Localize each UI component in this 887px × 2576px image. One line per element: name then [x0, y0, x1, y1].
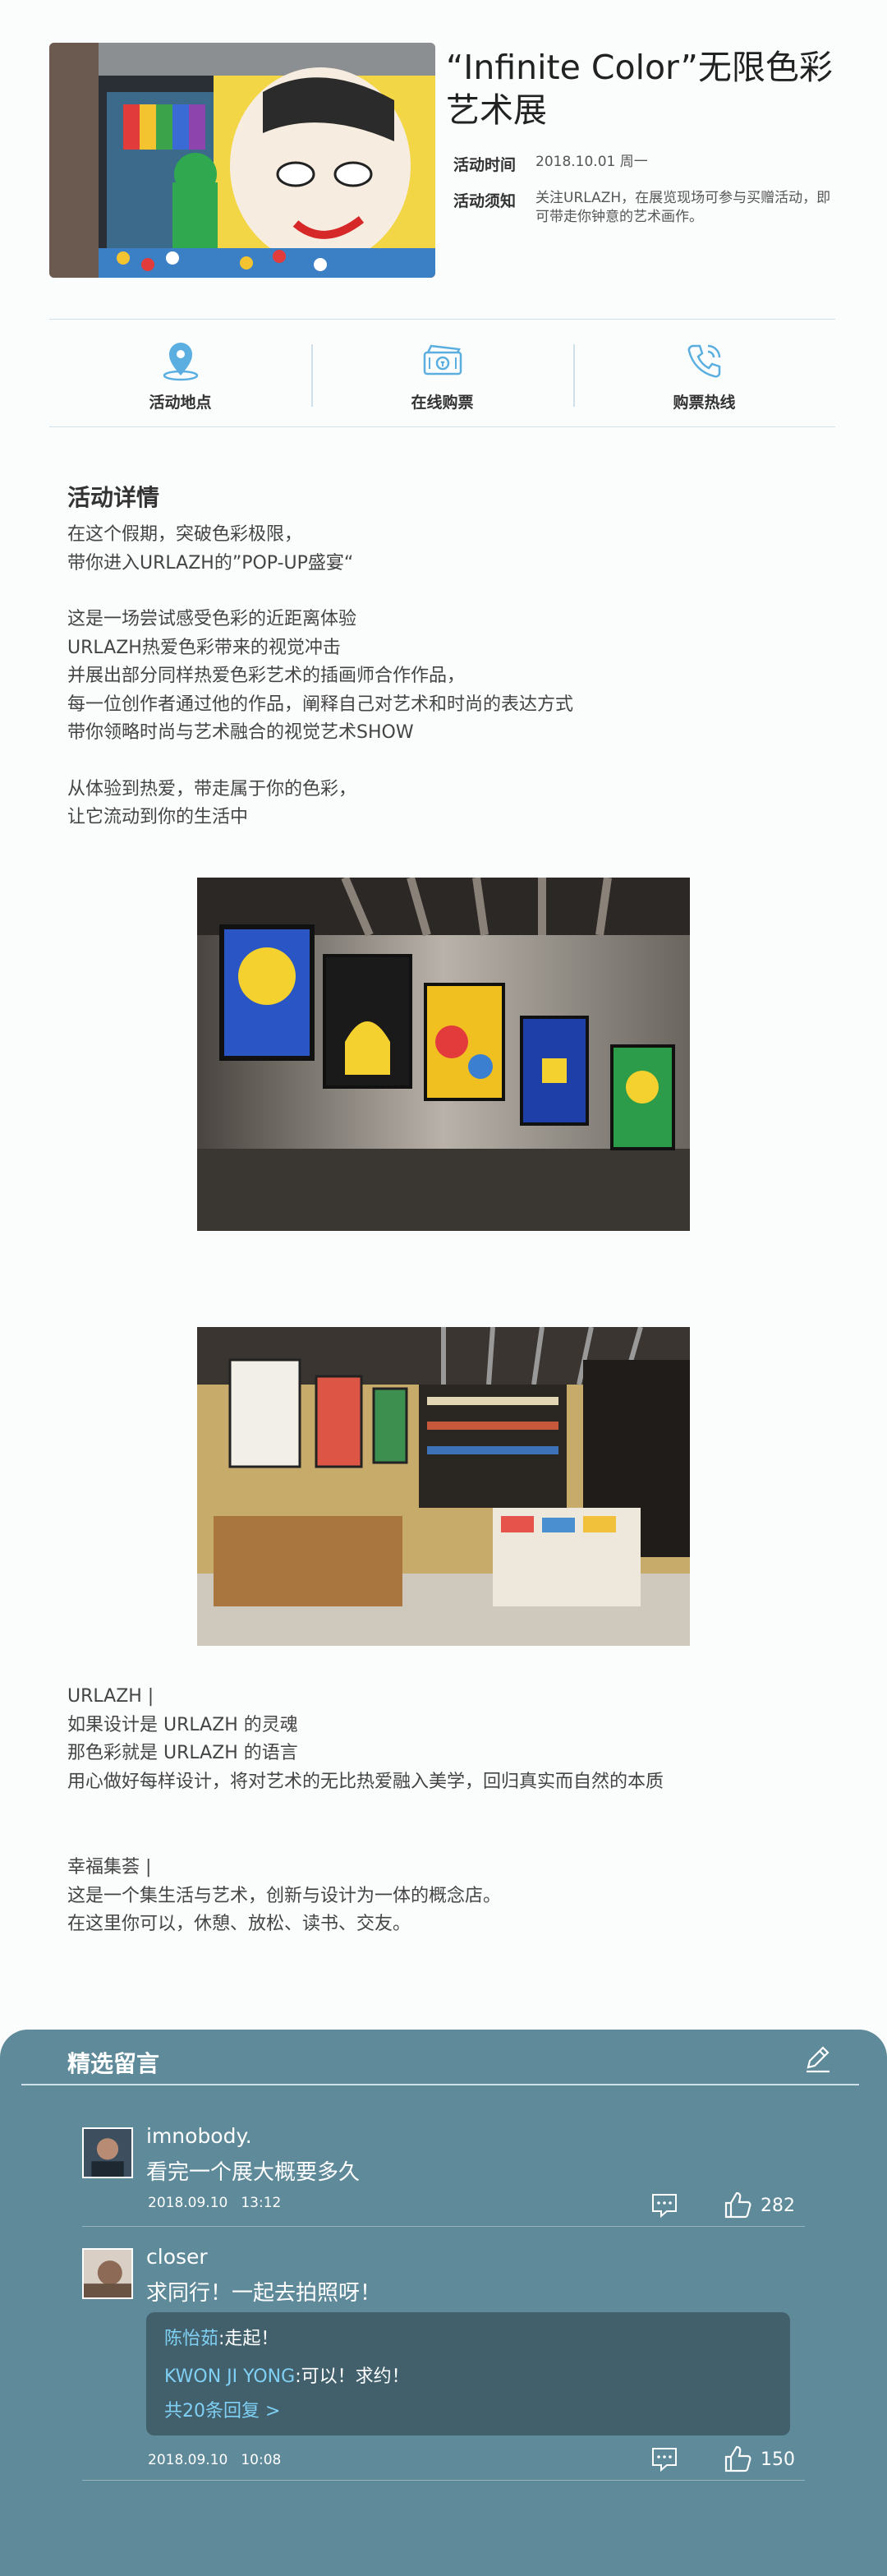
action-location[interactable]: 活动地点 — [49, 320, 311, 426]
like-button[interactable]: 282 — [721, 2189, 795, 2222]
urlazh-line: URLAZH | — [67, 1686, 154, 1707]
details-line: 在这个假期，突破色彩极限， — [67, 524, 303, 545]
avatar[interactable] — [82, 2127, 133, 2178]
comments-heading: 精选留言 — [67, 2050, 160, 2077]
action-hotline[interactable]: 购票热线 — [573, 320, 835, 426]
details-paragraph-1: 在这个假期，突破色彩极限， 带你进入URLAZH的”POP-UP盛宴“ — [67, 521, 807, 578]
comment-text: 求同行！一起去拍照呀！ — [146, 2281, 382, 2306]
details-line: URLAZH热爱色彩带来的视觉冲击 — [67, 637, 341, 658]
details-paragraph-2: 这是一场尝试感受色彩的近距离体验 URLAZH热爱色彩带来的视觉冲击 并展出部分… — [67, 606, 807, 748]
more-replies-link[interactable]: 共20条回复 > — [164, 2396, 772, 2422]
comments-section: 精选留言 — [0, 2030, 887, 2576]
event-header: “Infinite Color”无限色彩艺术展 活动时间 2018.10.01 … — [49, 43, 838, 281]
like-count: 282 — [761, 2195, 795, 2216]
details-line: 从体验到热爱，带走属于你的色彩， — [67, 778, 357, 800]
like-button[interactable]: 150 — [721, 2443, 795, 2476]
thumbs-up-icon — [724, 2445, 751, 2472]
details-heading: 活动详情 — [67, 484, 160, 511]
action-bar: 活动地点 在线购票 购票热线 — [49, 319, 835, 427]
event-time-label: 活动时间 — [453, 156, 517, 174]
action-hotline-label: 购票热线 — [673, 393, 736, 412]
edit-pencil-icon[interactable] — [802, 2043, 834, 2076]
comment-time: 13:12 — [241, 2195, 282, 2211]
xingfu-line: 这是一个集生活与艺术，创新与设计为一体的概念店。 — [67, 1885, 502, 1906]
details-paragraph-3: 从体验到热爱，带走属于你的色彩， 让它流动到你的生活中 — [67, 776, 807, 832]
details-line: 并展出部分同样热爱色彩艺术的插画师合作作品， — [67, 666, 466, 686]
gallery-wall-photo — [197, 878, 690, 1231]
reply-text: :走起！ — [218, 2329, 279, 2349]
reply-box: 陈怡茹:走起！ KWON JI YONG:可以！求约！ 共20条回复 > — [146, 2312, 790, 2435]
event-cover-image — [49, 43, 435, 278]
comment-meta: 2018.09.10 10:08 — [148, 2452, 281, 2468]
details-line: 这是一场尝试感受色彩的近距离体验 — [67, 609, 357, 629]
event-notice-value: 关注URLAZH，在展览现场可参与买赠活动，即可带走你钟意的艺术画作。 — [535, 190, 831, 225]
ticket-icon — [420, 338, 466, 384]
avatar[interactable] — [82, 2248, 133, 2299]
reply-icon[interactable] — [649, 2444, 680, 2475]
event-notice-label: 活动须知 — [453, 192, 517, 210]
like-count: 150 — [761, 2449, 795, 2470]
comment-author[interactable]: closer — [146, 2245, 208, 2269]
reply-author[interactable]: KWON JI YONG — [164, 2366, 295, 2387]
comment-time: 10:08 — [241, 2452, 282, 2468]
details-line: 带你进入URLAZH的”POP-UP盛宴“ — [67, 552, 354, 574]
reply-text: :可以！求约！ — [295, 2366, 410, 2387]
action-buy-ticket[interactable]: 在线购票 — [311, 320, 573, 426]
event-notice-row: 活动须知 关注URLAZH，在展览现场可参与买赠活动，即可带走你钟意的艺术画作。 — [453, 189, 839, 227]
location-pin-icon — [158, 338, 204, 384]
reply-item: 陈怡茹:走起！ — [164, 2325, 772, 2353]
event-time-value: 2018.10.01 周一 — [535, 154, 648, 170]
event-details: 活动详情 在这个假期，突破色彩极限， 带你进入URLAZH的”POP-UP盛宴“… — [67, 480, 807, 860]
bookstore-photo — [197, 1327, 690, 1646]
details-line: 带你领略时尚与艺术融合的视觉艺术SHOW — [67, 722, 414, 743]
event-title: “Infinite Color”无限色彩艺术展 — [446, 48, 833, 130]
comment-date: 2018.09.10 — [148, 2452, 228, 2468]
comments-header: 精选留言 — [21, 2030, 859, 2085]
comment-meta: 2018.09.10 13:12 — [148, 2195, 281, 2211]
comment-divider — [82, 2226, 805, 2227]
action-location-label: 活动地点 — [149, 393, 212, 412]
comment-text: 看完一个展大概要多久 — [146, 2160, 361, 2185]
reply-icon[interactable] — [649, 2190, 680, 2221]
urlazh-line: 如果设计是 URLAZH 的灵魂 — [67, 1714, 298, 1735]
comment-author[interactable]: imnobody. — [146, 2124, 252, 2148]
xingfu-intro: 幸福集荟 | 这是一个集生活与艺术，创新与设计为一体的概念店。 在这里你可以，休… — [67, 1854, 823, 1939]
comment-divider — [82, 2480, 805, 2481]
comment-date: 2018.09.10 — [148, 2195, 228, 2211]
phone-icon — [682, 338, 728, 384]
event-time-row: 活动时间 2018.10.01 周一 — [453, 153, 839, 175]
thumbs-up-icon — [724, 2191, 751, 2219]
reply-author[interactable]: 陈怡茹 — [164, 2329, 218, 2349]
details-line: 每一位创作者通过他的作品，阐释自己对艺术和时尚的表达方式 — [67, 694, 574, 715]
urlazh-intro: URLAZH | 如果设计是 URLAZH 的灵魂 那色彩就是 URLAZH 的… — [67, 1683, 823, 1796]
urlazh-line: 那色彩就是 URLAZH 的语言 — [67, 1743, 298, 1763]
details-line: 让它流动到你的生活中 — [67, 807, 249, 827]
urlazh-line: 用心做好每样设计，将对艺术的无比热爱融入美学，回归真实而自然的本质 — [67, 1771, 664, 1792]
xingfu-line: 幸福集荟 | — [67, 1857, 152, 1878]
action-buy-ticket-label: 在线购票 — [411, 393, 474, 412]
reply-item: KWON JI YONG:可以！求约！ — [164, 2363, 772, 2391]
xingfu-line: 在这里你可以，休憩、放松、读书、交友。 — [67, 1914, 411, 1934]
